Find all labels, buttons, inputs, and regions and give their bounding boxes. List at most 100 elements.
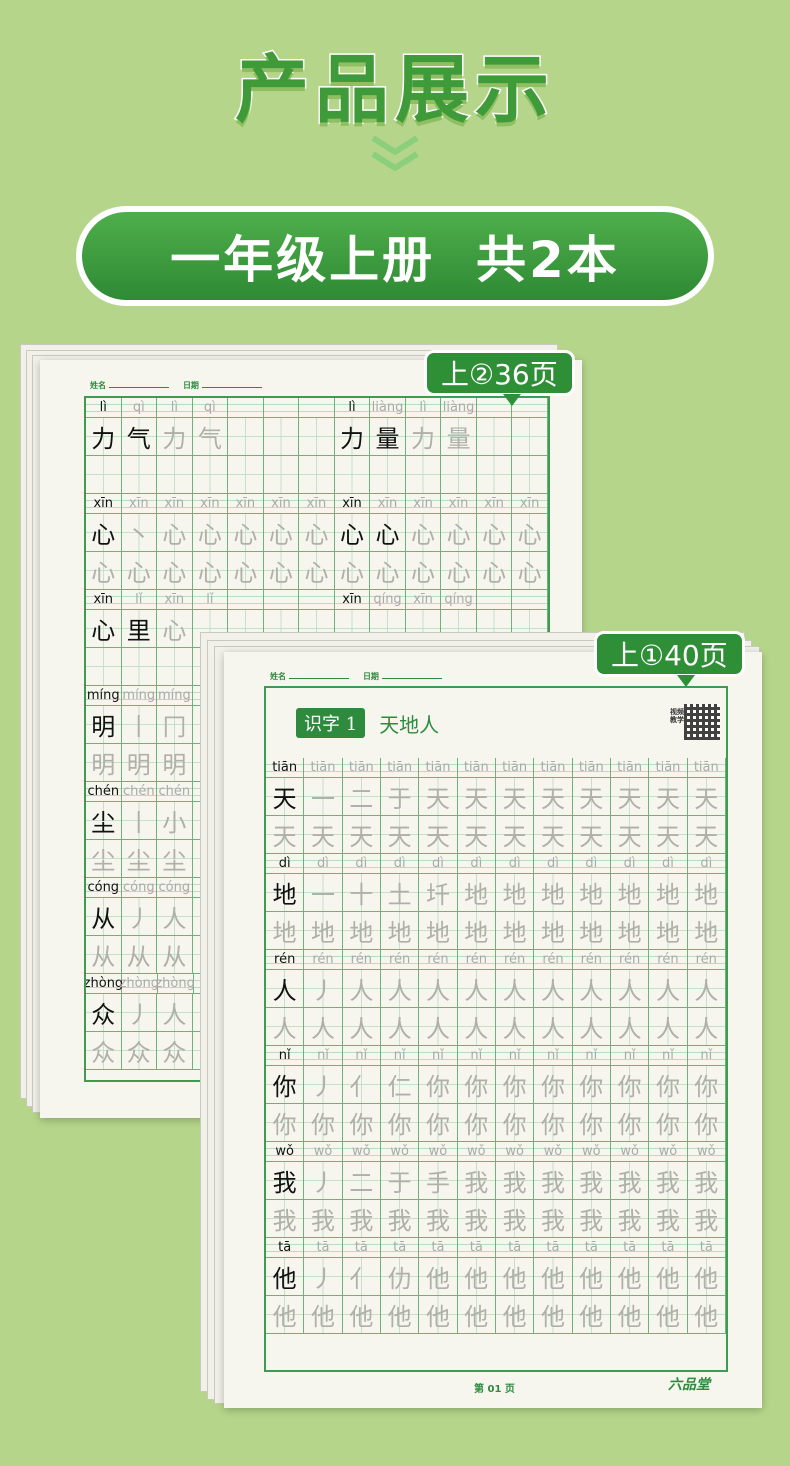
pinyin-cell: lì: [405, 398, 442, 418]
trace-cell: 人: [380, 1008, 420, 1046]
trace-row: 天天天天天天天天天天天天: [266, 816, 726, 854]
hanzi-cell: 心: [192, 552, 229, 590]
trace-cell: 天: [419, 816, 458, 854]
pinyin-cell: wǒ: [419, 1142, 458, 1162]
trace-cell: 地: [495, 912, 535, 950]
pinyin-cell: tā: [419, 1238, 458, 1258]
name-label: 姓名: [90, 381, 106, 390]
hanzi-cell: 心: [299, 514, 335, 552]
hanzi-cell: 从: [121, 936, 158, 974]
stroke-cell: 天: [534, 778, 573, 816]
stroke-cell: 一: [304, 874, 343, 912]
hanzi-cell: 心: [192, 514, 229, 552]
pinyin-cell: tiān: [380, 758, 420, 778]
qr-label: 视频教学: [670, 708, 684, 724]
hanzi-cell: 心: [263, 552, 300, 590]
pinyin-row: nǐ nǐ nǐ nǐ nǐ nǐ nǐ nǐ nǐ nǐ nǐ nǐ: [266, 1046, 726, 1066]
pinyin-cell: xīn: [370, 494, 406, 514]
trace-cell: 天: [495, 816, 535, 854]
lesson-frame: 识字 1 天地人 视频教学 tiān tiān tiān tiān tiān tiān ti…: [264, 686, 728, 1372]
hanzi-cell: 力: [405, 418, 442, 456]
stroke-cell: 人: [572, 970, 611, 1008]
hanzi-cell: [263, 456, 300, 494]
stroke-cell: 你: [534, 1066, 573, 1104]
stroke-cell: 你: [419, 1066, 458, 1104]
hanzi-cell: [121, 648, 158, 686]
hanzi-cell: 心: [157, 514, 193, 552]
trace-cell: 他: [495, 1296, 535, 1334]
trace-cell: 人: [610, 1008, 650, 1046]
page-count-badge-book2: 上②36页: [424, 350, 575, 406]
page-number: 第 01 页: [474, 1384, 515, 1395]
pinyin-cell: xīn: [334, 590, 371, 610]
pinyin-cell: rén: [572, 950, 611, 970]
pinyin-cell: liàng: [370, 398, 406, 418]
lesson-title: 天地人: [379, 712, 440, 737]
hanzi-cell: [299, 418, 335, 456]
pinyin-cell: wǒ: [495, 1142, 535, 1162]
hanzi-cell: 心: [441, 552, 477, 590]
trace-cell: 他: [304, 1296, 343, 1334]
pinyin-row: dì dì dì dì dì dì dì dì dì dì dì dì: [266, 854, 726, 874]
pinyin-cell: tiān: [572, 758, 611, 778]
trace-cell: 你: [266, 1104, 305, 1142]
date-label: 日期: [182, 381, 199, 390]
pinyin-cell: tā: [495, 1238, 535, 1258]
hanzi-cell: 心: [370, 514, 406, 552]
pinyin-cell: dì: [380, 854, 420, 874]
hanzi-cell: [476, 418, 513, 456]
hanzi-cell: [263, 418, 300, 456]
pinyin-cell: rén: [610, 950, 650, 970]
pinyin-cell: xīn: [192, 494, 229, 514]
hanzi-cell: [192, 456, 229, 494]
stroke-cell: 我: [687, 1162, 726, 1200]
hanzi-cell: [370, 456, 406, 494]
hanzi-cell: 丶: [121, 514, 158, 552]
trace-cell: 他: [572, 1296, 611, 1334]
hanzi-cell: 天: [266, 778, 305, 816]
pinyin-cell: xīn: [157, 494, 193, 514]
trace-cell: 地: [687, 912, 726, 950]
trace-cell: 地: [342, 912, 381, 950]
workbook-1-page: 姓名 日期 识字 1 天地人 视频教学 tiān tiān tiān tiān tiān…: [224, 652, 762, 1408]
stroke-cell: 你: [572, 1066, 611, 1104]
hanzi-cell: 众: [121, 1032, 158, 1070]
hanzi-cell: [228, 418, 264, 456]
pinyin-cell: [263, 590, 300, 610]
qr-code-icon[interactable]: [684, 704, 720, 740]
stroke-cell: 人: [687, 970, 726, 1008]
pinyin-cell: rén: [649, 950, 688, 970]
hanzi-cell: 心: [441, 514, 477, 552]
stroke-cell: 地: [457, 874, 496, 912]
pinyin-cell: tā: [304, 1238, 343, 1258]
stroke-cell: 地: [687, 874, 726, 912]
pinyin-cell: zhòng: [155, 974, 195, 994]
hanzi-row: 力气力气力量力量: [86, 418, 548, 456]
stroke-cell: 天: [457, 778, 496, 816]
stroke-cell: 十: [342, 874, 381, 912]
pinyin-cell: xīn: [441, 494, 477, 514]
hanzi-cell: 尘: [86, 802, 122, 840]
trace-cell: 人: [572, 1008, 611, 1046]
pinyin-cell: [228, 398, 264, 418]
trace-cell: 人: [457, 1008, 496, 1046]
pinyin-cell: wǒ: [534, 1142, 573, 1162]
pinyin-cell: xīn: [86, 494, 122, 514]
pinyin-cell: dì: [572, 854, 611, 874]
trace-cell: 你: [457, 1104, 496, 1142]
trace-cell: 你: [534, 1104, 573, 1142]
lesson-tag: 识字 1: [296, 708, 366, 738]
pinyin-cell: míng: [157, 686, 193, 706]
hanzi-cell: 里: [121, 610, 158, 648]
pinyin-cell: tā: [610, 1238, 650, 1258]
hanzi-row: 人丿人人人人人人人人人人: [266, 970, 726, 1008]
pinyin-cell: dì: [419, 854, 458, 874]
hanzi-cell: 心: [228, 552, 264, 590]
hanzi-cell: 人: [157, 898, 193, 936]
hanzi-cell: 众: [86, 1032, 122, 1070]
stroke-cell: 他: [495, 1258, 535, 1296]
pinyin-cell: dì: [687, 854, 726, 874]
pinyin-row: tiān tiān tiān tiān tiān tiān tiān tiān tiān tiān…: [266, 758, 726, 778]
pinyin-cell: nǐ: [304, 1046, 343, 1066]
hanzi-cell: [441, 456, 477, 494]
